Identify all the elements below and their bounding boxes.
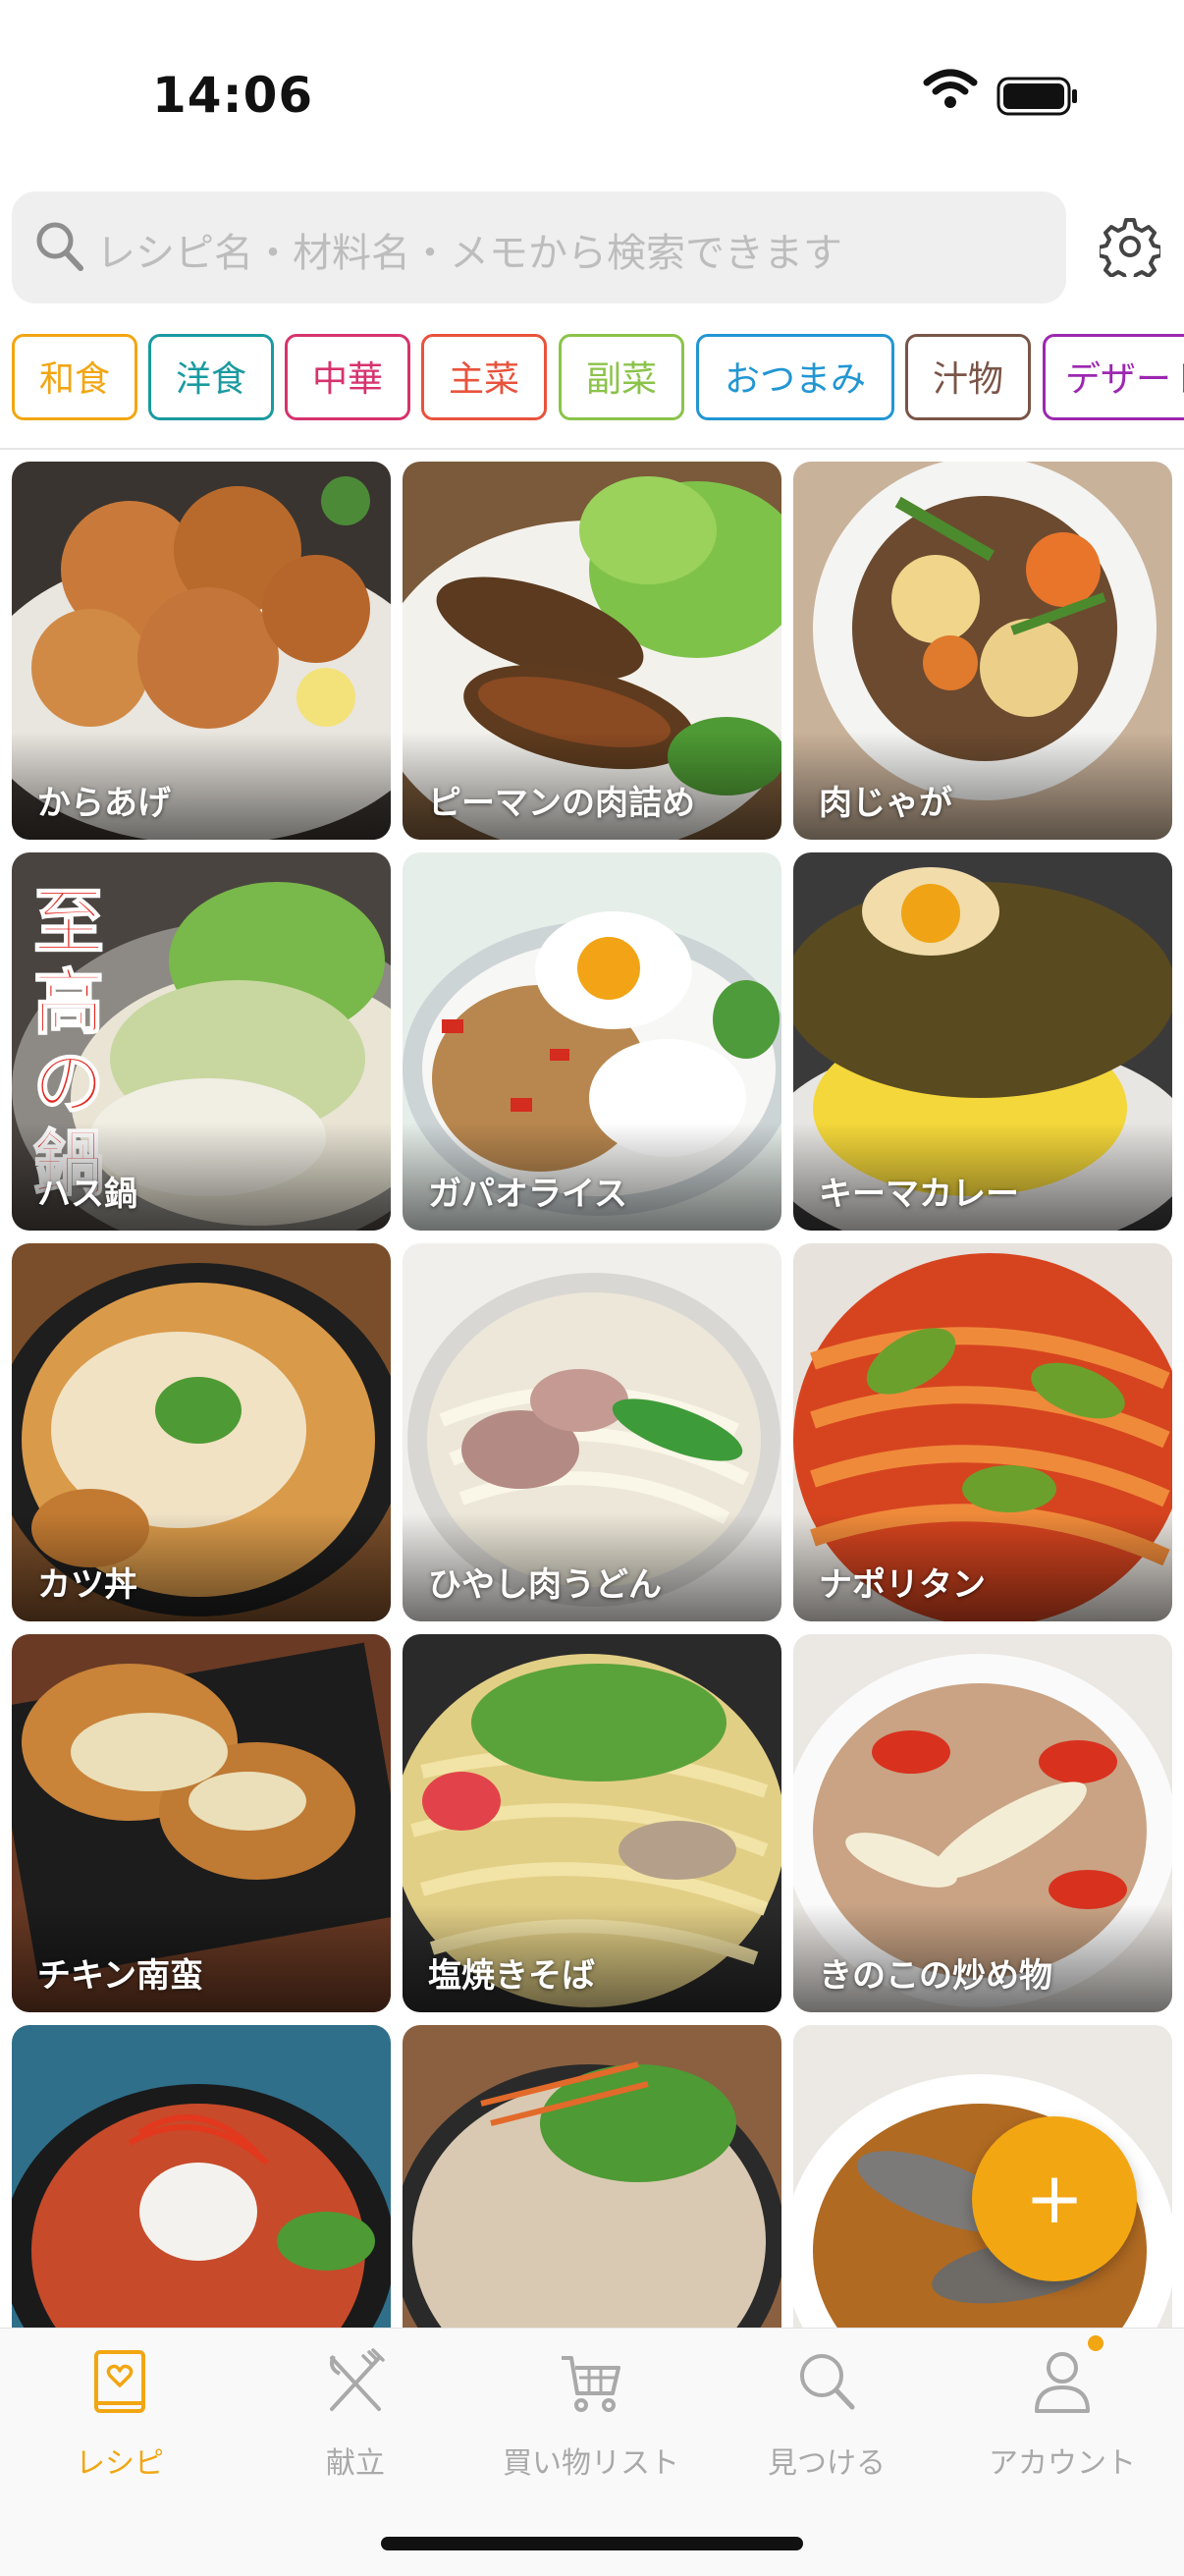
recipe-card[interactable]: 至高の鍋 ハス鍋 [12,852,391,1231]
notification-dot [1088,2335,1103,2351]
recipe-card[interactable]: ナポリタン [793,1243,1172,1621]
status-bar: 14:06 [0,0,1184,177]
wifi-icon [923,69,978,108]
battery-icon [996,77,1077,116]
recipe-card[interactable]: 塩焼きそば [403,1634,781,2012]
recipe-name: きのこの炒め物 [819,1956,1052,1996]
recipe-name: ひやし肉うどん [428,1565,662,1605]
person-icon [1035,2352,1090,2413]
tab-label: 買い物リスト [503,2446,679,2481]
recipe-card[interactable]: ひやし肉うどん [403,1243,781,1621]
recipe-name: チキン南蛮 [37,1956,203,1996]
recipe-name: からあげ [37,784,171,823]
cart-icon [562,2356,620,2412]
search-icon [800,2354,855,2410]
recipe-card[interactable]: きのこの炒め物 [793,1634,1172,2012]
recipe-card[interactable]: カツ丼 [12,1243,391,1621]
chip-chuka[interactable]: 中華 [285,334,410,420]
recipe-name: 塩焼きそば [428,1956,595,1996]
recipe-card[interactable]: からあげ [12,462,391,840]
chip-washoku[interactable]: 和食 [12,334,137,420]
tab-discover[interactable]: 見つける [709,2348,944,2495]
chip-shirumono[interactable]: 汁物 [905,334,1031,420]
tab-shopping-list[interactable]: 買い物リスト [473,2348,709,2495]
category-chip-bar: 和食 洋食 中華 主菜 副菜 おつまみ 汁物 デザート [0,334,1184,428]
chip-yoshoku[interactable]: 洋食 [148,334,274,420]
recipe-name: ピーマンの肉詰め [428,784,695,823]
add-recipe-button[interactable]: + [972,2116,1137,2281]
divider [0,448,1184,450]
gear-icon[interactable] [1100,216,1160,277]
status-time: 14:06 [152,67,314,124]
chip-dessert[interactable]: デザート [1043,334,1184,420]
tab-label: アカウント [989,2446,1136,2481]
chip-otsumami[interactable]: おつまみ [696,334,894,420]
recipe-name: 肉じゃが [819,784,952,823]
fork-knife-icon [330,2348,385,2411]
recipe-book-icon [94,2350,145,2413]
recipe-card[interactable]: ガパオライス [403,852,781,1231]
recipe-card[interactable]: キーマカレー [793,852,1172,1231]
search-placeholder: レシピ名・材料名・メモから検索できます [96,231,842,276]
recipe-name: ハス鍋 [37,1175,137,1214]
search-row: レシピ名・材料名・メモから検索できます [0,192,1184,305]
home-indicator [381,2537,803,2550]
tab-label: 献立 [326,2446,385,2481]
tab-menu[interactable]: 献立 [238,2348,473,2495]
search-icon [36,222,83,271]
recipe-card[interactable] [403,2025,781,2328]
plus-icon: + [1024,2157,1085,2239]
recipe-photo [12,2025,391,2328]
search-input[interactable]: レシピ名・材料名・メモから検索できます [12,192,1066,303]
recipe-card[interactable]: ピーマンの肉詰め [403,462,781,840]
chip-shusai[interactable]: 主菜 [421,334,547,420]
recipe-photo [403,2025,781,2328]
recipe-name: ガパオライス [428,1175,627,1214]
tab-label: 見つける [768,2446,886,2481]
tab-recipe[interactable]: レシピ [2,2348,238,2495]
recipe-name: キーマカレー [819,1175,1019,1214]
tab-account[interactable]: アカウント [944,2348,1180,2495]
recipe-card[interactable]: チキン南蛮 [12,1634,391,2012]
recipe-card[interactable]: 肉じゃが [793,462,1172,840]
tab-label: レシピ [76,2446,164,2481]
recipe-grid: からあげ ピーマンの肉詰め 肉じゃが 至高の ハス鍋 ガパオライス キーマカレー… [0,462,1184,2328]
chip-fukusai[interactable]: 副菜 [559,334,684,420]
recipe-name: ナポリタン [819,1565,986,1605]
recipe-card[interactable] [12,2025,391,2328]
recipe-name: カツ丼 [37,1565,137,1605]
